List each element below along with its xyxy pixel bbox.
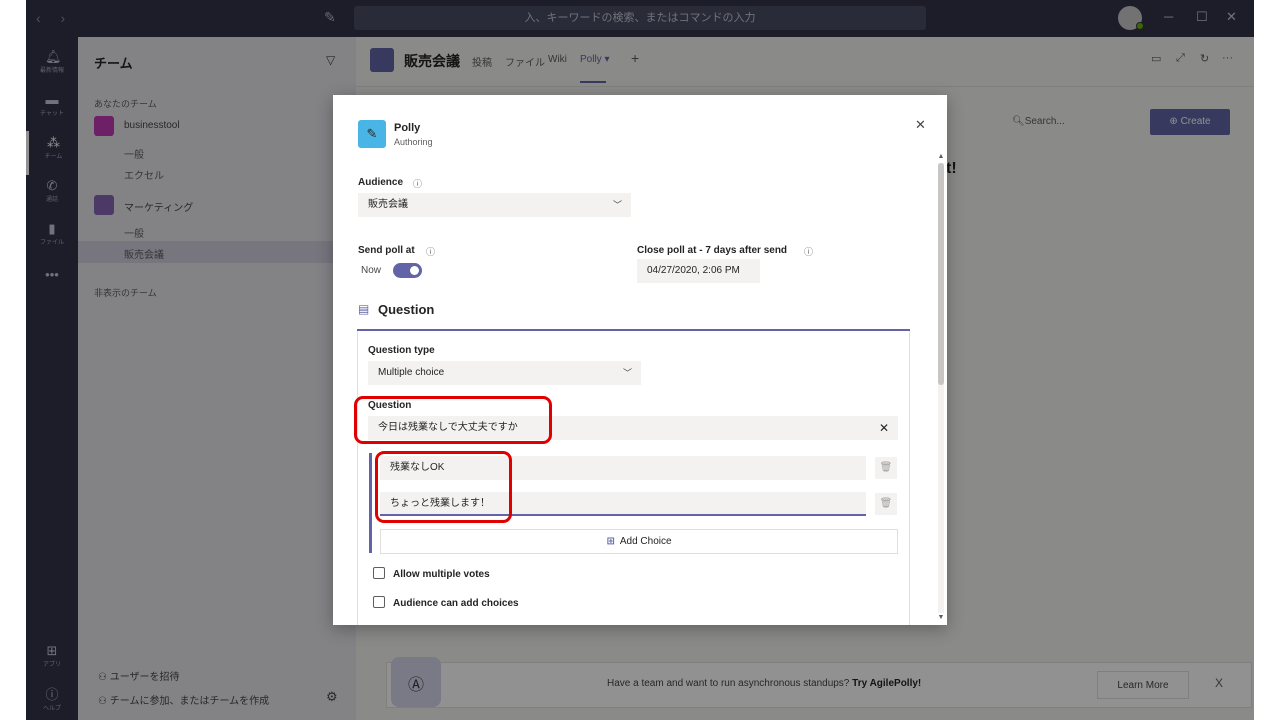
audience-select[interactable]: 販売会議 ﹀ [358,193,631,217]
checkbox-box [373,596,385,608]
polly-dialog: ✎ Polly Authoring ✕ Audience ⓘ 販売会議 ﹀ Se… [333,95,947,625]
toggle-knob [410,266,419,275]
highlight-choices [375,451,512,523]
scroll-up-icon[interactable]: ▲ [936,153,946,160]
send-poll-label: Send poll at [358,245,415,256]
info-icon[interactable]: ⓘ [426,245,435,258]
close-date-field[interactable]: 04/27/2020, 2:06 PM [637,259,760,283]
highlight-question [354,396,552,444]
checkbox-box [373,567,385,579]
chevron-down-icon: ﹀ [622,368,632,378]
add-choice-button[interactable]: ⊞ Add Choice [380,529,898,554]
question-heading: Question [378,302,435,317]
choices-accent-bar [369,453,372,553]
question-type-select[interactable]: Multiple choice ﹀ [368,361,641,385]
plus-square-icon: ⊞ [606,536,615,547]
send-now-label: Now [361,265,382,276]
polly-logo-icon: ✎ [358,120,386,148]
close-poll-label: Close poll at - 7 days after send [637,245,788,256]
app-subtitle: Authoring [394,137,433,147]
audience-label: Audience [358,177,404,188]
info-icon[interactable]: ⓘ [804,245,813,258]
scroll-down-icon[interactable]: ▼ [936,614,946,621]
question-icon: ▤ [358,302,370,316]
info-icon[interactable]: ⓘ [413,177,422,190]
chevron-down-icon: ﹀ [612,200,622,210]
send-now-toggle[interactable] [393,263,422,278]
trash-icon[interactable]: 🗑︎ [875,457,897,479]
close-icon[interactable]: ✕ [915,117,926,133]
trash-icon[interactable]: 🗑︎ [875,493,897,515]
scroll-thumb[interactable] [938,163,944,385]
allow-multiple-votes-checkbox[interactable]: Allow multiple votes [373,567,490,580]
app-name: Polly [394,122,421,134]
audience-add-choices-checkbox[interactable]: Audience can add choices [373,596,519,609]
clear-icon[interactable]: ✕ [879,416,889,440]
dialog-scrollbar[interactable]: ▲ ▼ [936,153,946,623]
question-type-label: Question type [368,345,435,356]
